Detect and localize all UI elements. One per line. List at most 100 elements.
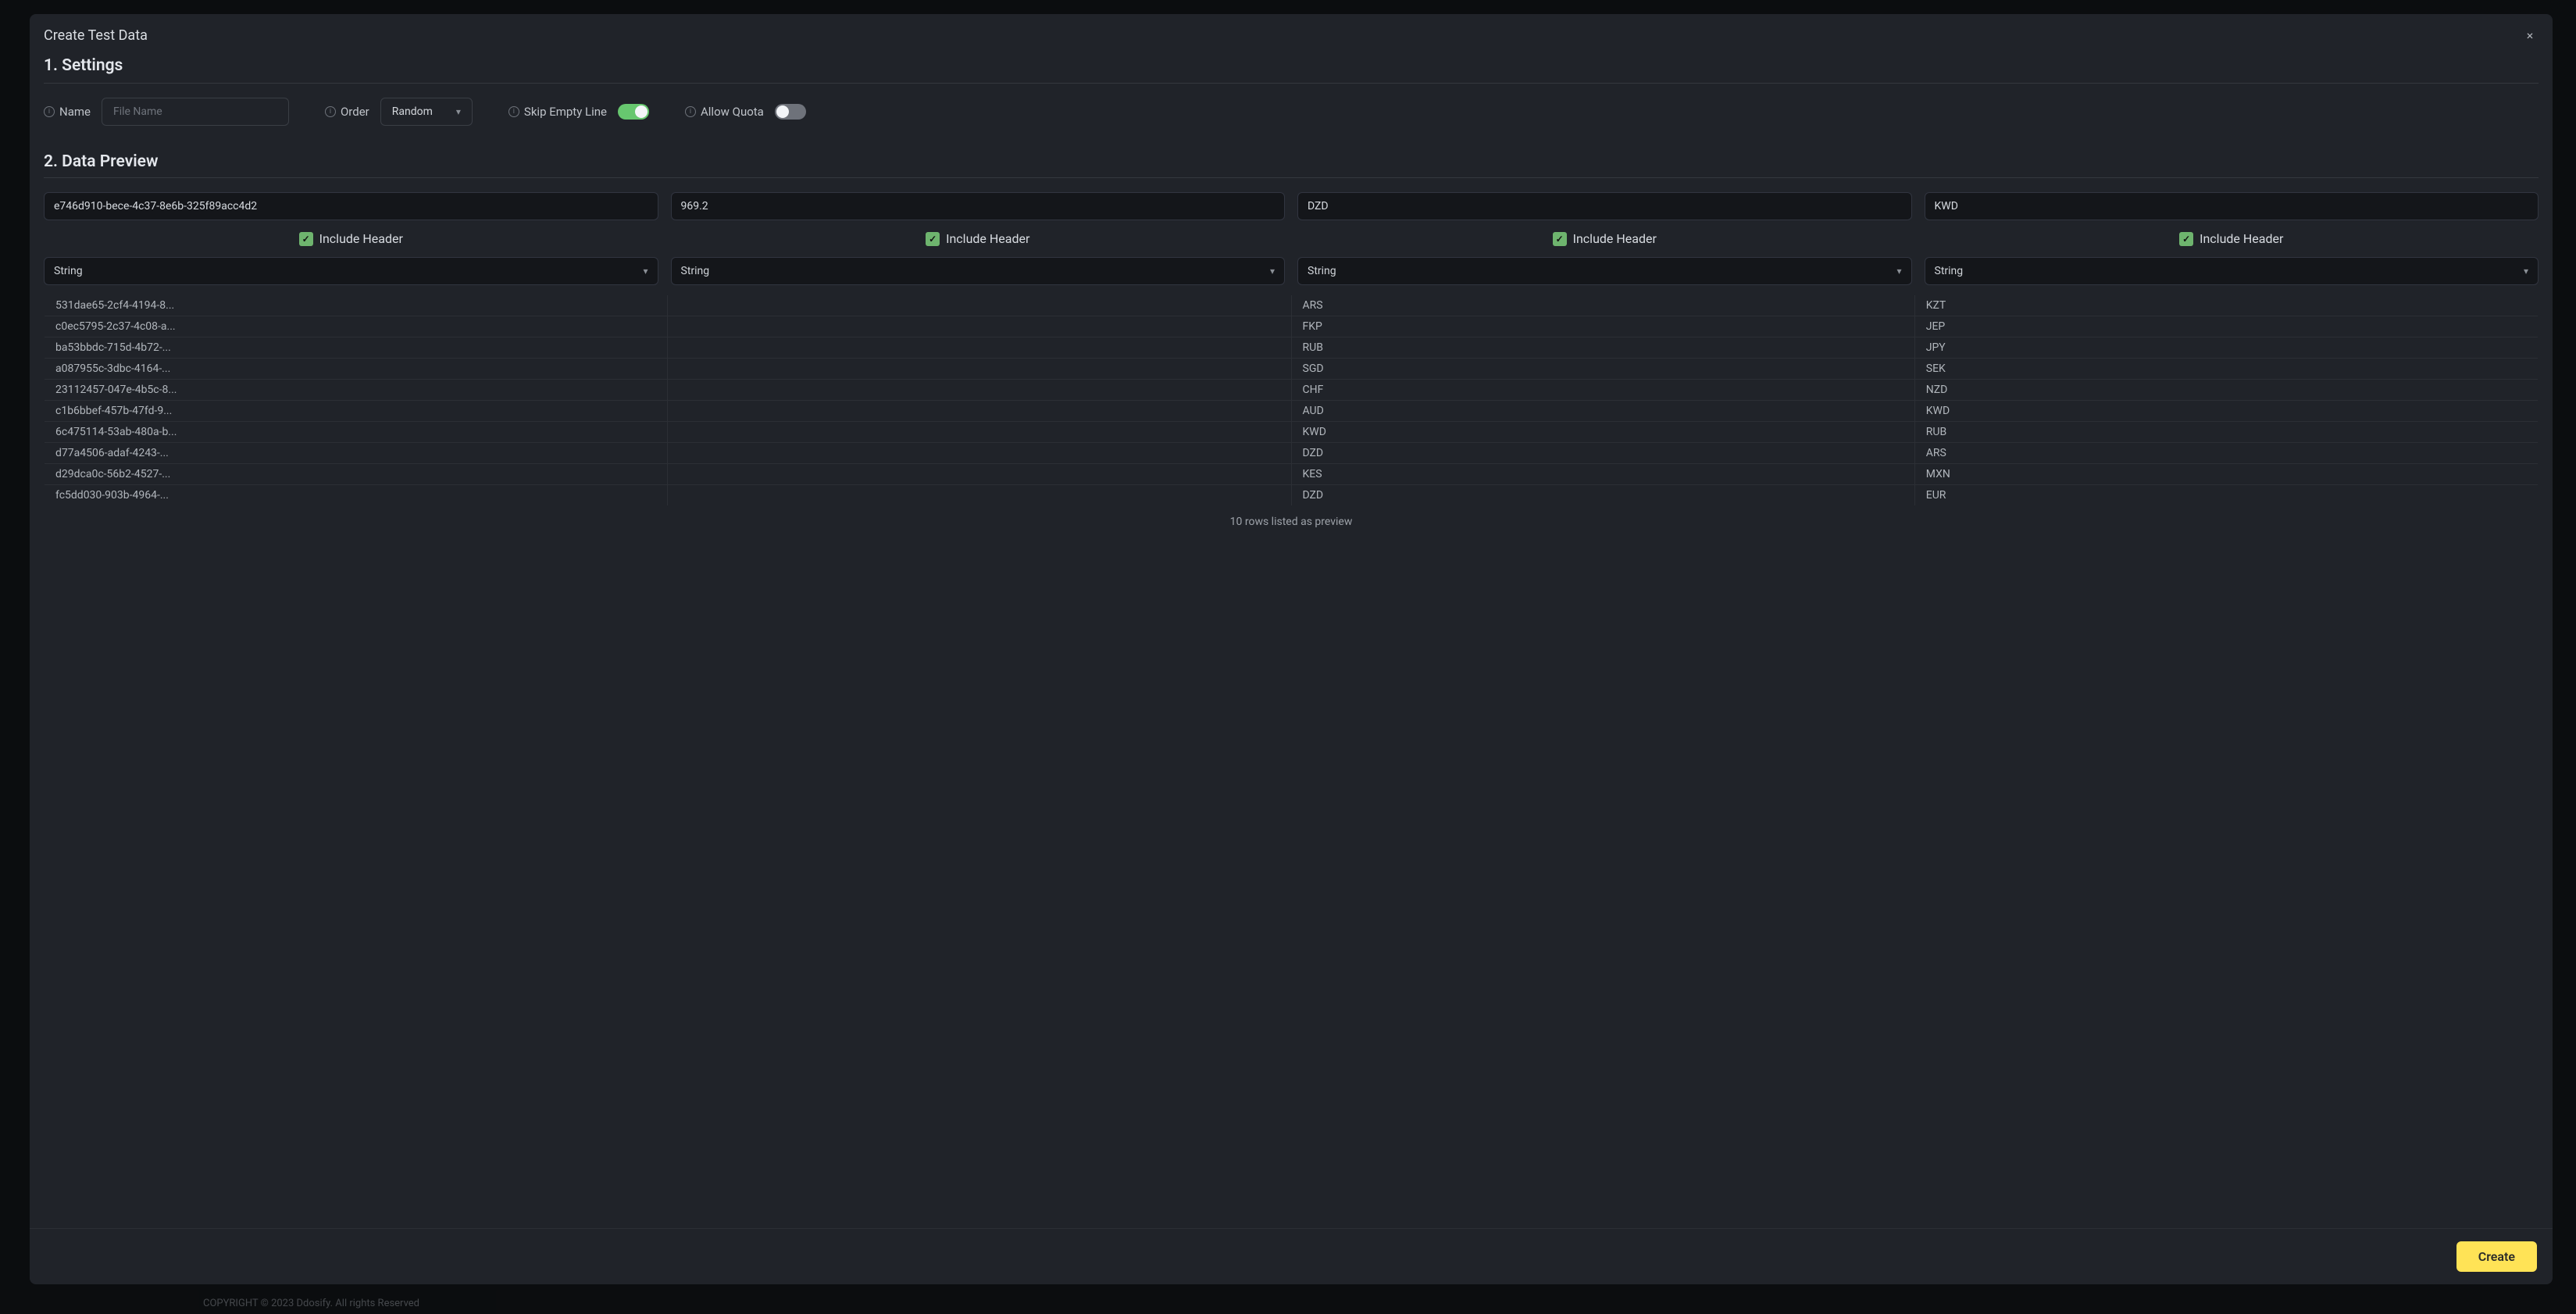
table-cell: DZD: [1291, 485, 1914, 506]
table-cell: FKP: [1291, 316, 1914, 337]
settings-heading: 1. Settings: [44, 56, 2539, 75]
column-type-select[interactable]: String ▾: [671, 257, 1286, 285]
name-field: i Name: [44, 98, 289, 126]
modal-body: 1. Settings i Name i Order Random ▾: [30, 56, 2553, 1228]
include-header-checkbox[interactable]: ✓: [299, 232, 313, 246]
chevron-down-icon: ▾: [1270, 266, 1275, 277]
table-row: c0ec5795-2c37-4c08-a...FKPJEP: [45, 316, 2539, 337]
table-row: ba53bbdc-715d-4b72-... RUBJPY: [45, 337, 2539, 359]
column-header-input[interactable]: [1297, 192, 1912, 220]
table-cell: ba53bbdc-715d-4b72-...: [45, 337, 668, 359]
include-header-item: ✓ Include Header: [671, 231, 1286, 246]
settings-fields-row: i Name i Order Random ▾ i Skip Empty: [44, 98, 2539, 126]
table-cell: KWD: [1291, 422, 1914, 443]
table-cell: 531dae65-2cf4-4194-8...: [45, 295, 668, 316]
column-header-input[interactable]: [44, 192, 658, 220]
table-row: d77a4506-adaf-4243-...DZDARS: [45, 443, 2539, 464]
table-cell: 23112457-047e-4b5c-8...: [45, 380, 668, 401]
settings-divider: [44, 83, 2539, 84]
preview-divider: [44, 177, 2539, 178]
table-row: fc5dd030-903b-4964-... DZDEUR: [45, 485, 2539, 506]
info-icon[interactable]: i: [685, 106, 696, 117]
table-cell: EUR: [1914, 485, 2538, 506]
table-cell: NZD: [1914, 380, 2538, 401]
table-row: 531dae65-2cf4-4194-8... ARSKZT: [45, 295, 2539, 316]
data-preview-heading: 2. Data Preview: [44, 152, 2539, 171]
modal-title: Create Test Data: [44, 27, 148, 44]
table-cell: [668, 380, 1291, 401]
close-icon[interactable]: ×: [2521, 27, 2539, 44]
include-header-item: ✓ Include Header: [1297, 231, 1912, 246]
table-cell: fc5dd030-903b-4964-...: [45, 485, 668, 506]
include-header-label: Include Header: [319, 231, 403, 246]
info-icon[interactable]: i: [325, 106, 336, 117]
preview-row-caption: 10 rows listed as preview: [44, 516, 2539, 528]
name-label: Name: [59, 105, 91, 119]
table-cell: KZT: [1914, 295, 2538, 316]
order-field: i Order Random ▾: [325, 98, 473, 126]
table-cell: [668, 359, 1291, 380]
type-select-value: String: [681, 265, 710, 277]
table-cell: [668, 464, 1291, 485]
table-cell: SGD: [1291, 359, 1914, 380]
name-input[interactable]: [102, 98, 289, 126]
table-cell: d29dca0c-56b2-4527-...: [45, 464, 668, 485]
include-header-checkbox[interactable]: ✓: [926, 232, 940, 246]
chevron-down-icon: ▾: [456, 106, 461, 117]
table-cell: SEK: [1914, 359, 2538, 380]
include-header-row: ✓ Include Header ✓ Include Header ✓ Incl…: [44, 231, 2539, 246]
table-row: 23112457-047e-4b5c-8...CHFNZD: [45, 380, 2539, 401]
create-test-data-modal: Create Test Data × 1. Settings i Name i …: [30, 14, 2553, 1284]
chevron-down-icon: ▾: [1896, 266, 1901, 277]
modal-header: Create Test Data ×: [30, 14, 2553, 56]
type-select-value: String: [1935, 265, 1964, 277]
table-cell: [668, 337, 1291, 359]
allow-quota-toggle[interactable]: [775, 104, 806, 120]
table-cell: [668, 295, 1291, 316]
table-cell: JPY: [1914, 337, 2538, 359]
table-cell: ARS: [1291, 295, 1914, 316]
column-header-input[interactable]: [671, 192, 1286, 220]
chevron-down-icon: ▾: [643, 266, 648, 277]
order-select[interactable]: Random ▾: [380, 98, 473, 126]
include-header-checkbox[interactable]: ✓: [1553, 232, 1567, 246]
table-cell: JEP: [1914, 316, 2538, 337]
table-cell: [668, 422, 1291, 443]
skip-field: i Skip Empty Line: [508, 104, 649, 120]
include-header-label: Include Header: [2200, 231, 2283, 246]
table-cell: DZD: [1291, 443, 1914, 464]
table-cell: RUB: [1291, 337, 1914, 359]
include-header-checkbox[interactable]: ✓: [2179, 232, 2193, 246]
quota-label-wrap: i Allow Quota: [685, 105, 764, 119]
skip-label: Skip Empty Line: [524, 105, 607, 119]
column-headers-row: [44, 192, 2539, 220]
create-button[interactable]: Create: [2456, 1241, 2537, 1272]
table-cell: 6c475114-53ab-480a-b...: [45, 422, 668, 443]
info-icon[interactable]: i: [44, 106, 55, 117]
include-header-label: Include Header: [946, 231, 1029, 246]
info-icon[interactable]: i: [508, 106, 519, 117]
table-cell: [668, 485, 1291, 506]
type-select-value: String: [54, 265, 83, 277]
name-label-wrap: i Name: [44, 105, 91, 119]
table-row: d29dca0c-56b2-4527-...KESMXN: [45, 464, 2539, 485]
column-type-select[interactable]: String ▾: [1297, 257, 1912, 285]
table-row: a087955c-3dbc-4164-...SGDSEK: [45, 359, 2539, 380]
table-row: 6c475114-53ab-480a-b...KWDRUB: [45, 422, 2539, 443]
quota-field: i Allow Quota: [685, 104, 806, 120]
skip-label-wrap: i Skip Empty Line: [508, 105, 607, 119]
column-types-row: String ▾ String ▾ String ▾ String ▾: [44, 257, 2539, 285]
include-header-label: Include Header: [1573, 231, 1657, 246]
table-cell: AUD: [1291, 401, 1914, 422]
order-label-wrap: i Order: [325, 105, 369, 119]
type-select-value: String: [1308, 265, 1336, 277]
table-cell: MXN: [1914, 464, 2538, 485]
modal-footer: Create: [30, 1228, 2553, 1284]
column-type-select[interactable]: String ▾: [44, 257, 658, 285]
column-header-input[interactable]: [1925, 192, 2539, 220]
column-type-select[interactable]: String ▾: [1925, 257, 2539, 285]
order-label: Order: [341, 105, 369, 119]
skip-empty-toggle[interactable]: [618, 104, 649, 120]
chevron-down-icon: ▾: [2524, 266, 2528, 277]
table-cell: c1b6bbef-457b-47fd-9...: [45, 401, 668, 422]
